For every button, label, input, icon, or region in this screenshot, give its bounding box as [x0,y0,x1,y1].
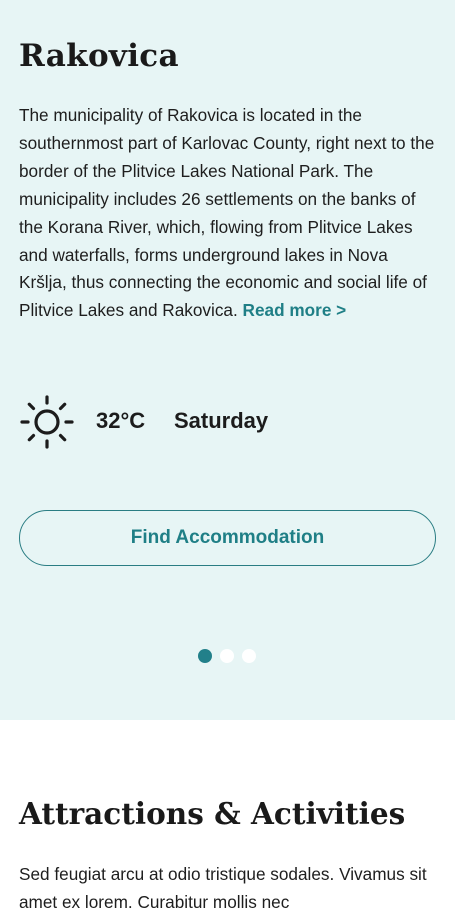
carousel-dot-3[interactable] [242,649,256,663]
weather-day: Saturday [174,408,269,433]
temperature-value: 32°C [96,408,146,433]
carousel-dot-2[interactable] [220,649,234,663]
attractions-title: Attractions & Activities [19,796,406,831]
read-more-link[interactable]: Read more > [243,300,347,320]
hero-description-text: The municipality of Rakovica is located … [19,105,435,321]
attractions-text: Sed feugiat arcu at odio tristique sodal… [19,864,427,912]
hero-section: Rakovica The municipality of Rakovica is… [0,0,455,720]
carousel-dot-1[interactable] [198,649,212,663]
sun-icon [19,394,75,450]
hero-description: The municipality of Rakovica is located … [19,102,439,325]
page-title: Rakovica [19,38,179,74]
carousel-pagination [198,649,256,664]
weather-widget: 32°C Saturday [19,394,419,450]
find-accommodation-button[interactable]: Find Accommodation [19,510,436,566]
